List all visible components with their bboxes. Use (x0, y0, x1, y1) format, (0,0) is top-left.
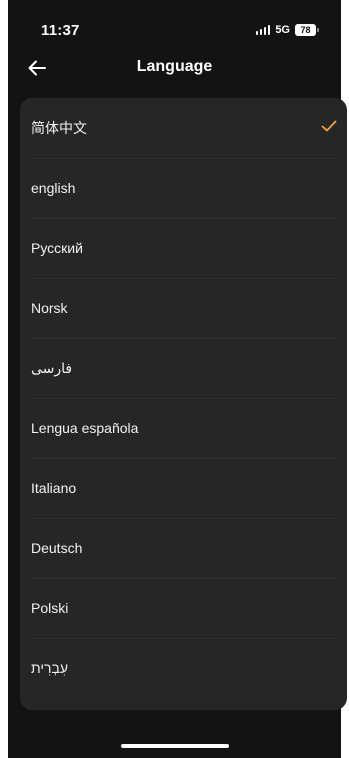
page-title: Language (136, 58, 213, 75)
signal-icon (255, 25, 271, 35)
home-indicator[interactable] (121, 744, 229, 748)
language-label: Norsk (31, 300, 68, 316)
screen: 11:37 5G 78 Language 简体中文 english Русски… (8, 0, 347, 758)
status-time: 11:37 (41, 22, 80, 39)
checkmark-icon (321, 120, 337, 132)
language-label: Lengua española (31, 420, 139, 436)
battery-level: 78 (295, 24, 316, 36)
status-indicators: 5G 78 (255, 24, 319, 36)
language-label: Deutsch (31, 540, 83, 556)
language-label: עִבְרִית (31, 660, 69, 676)
language-item-german[interactable]: Deutsch (20, 518, 347, 578)
language-label: Polski (31, 600, 69, 616)
language-item-polish[interactable]: Polski (20, 578, 347, 638)
battery-icon: 78 (295, 24, 319, 36)
language-item-italian[interactable]: Italiano (20, 458, 347, 518)
language-item-norwegian[interactable]: Norsk (20, 278, 347, 338)
language-label: فارسی (31, 359, 73, 376)
language-item-english[interactable]: english (20, 158, 347, 218)
language-item-spanish[interactable]: Lengua española (20, 398, 347, 458)
language-label: Русский (31, 240, 83, 256)
language-label: 简体中文 (31, 120, 87, 136)
network-type: 5G (275, 24, 290, 36)
language-label: Italiano (31, 480, 77, 496)
language-item-persian[interactable]: فارسی (20, 338, 347, 398)
device-frame-left (0, 0, 8, 758)
nav-bar: Language (8, 50, 341, 86)
language-list: 简体中文 english Русский Norsk فارسی Lengua … (20, 98, 347, 710)
status-bar: 11:37 5G 78 (8, 0, 341, 48)
language-item-russian[interactable]: Русский (20, 218, 347, 278)
language-item-chinese[interactable]: 简体中文 (20, 98, 347, 158)
language-label: english (31, 180, 76, 196)
language-item-hebrew[interactable]: עִבְרִית (20, 638, 347, 698)
